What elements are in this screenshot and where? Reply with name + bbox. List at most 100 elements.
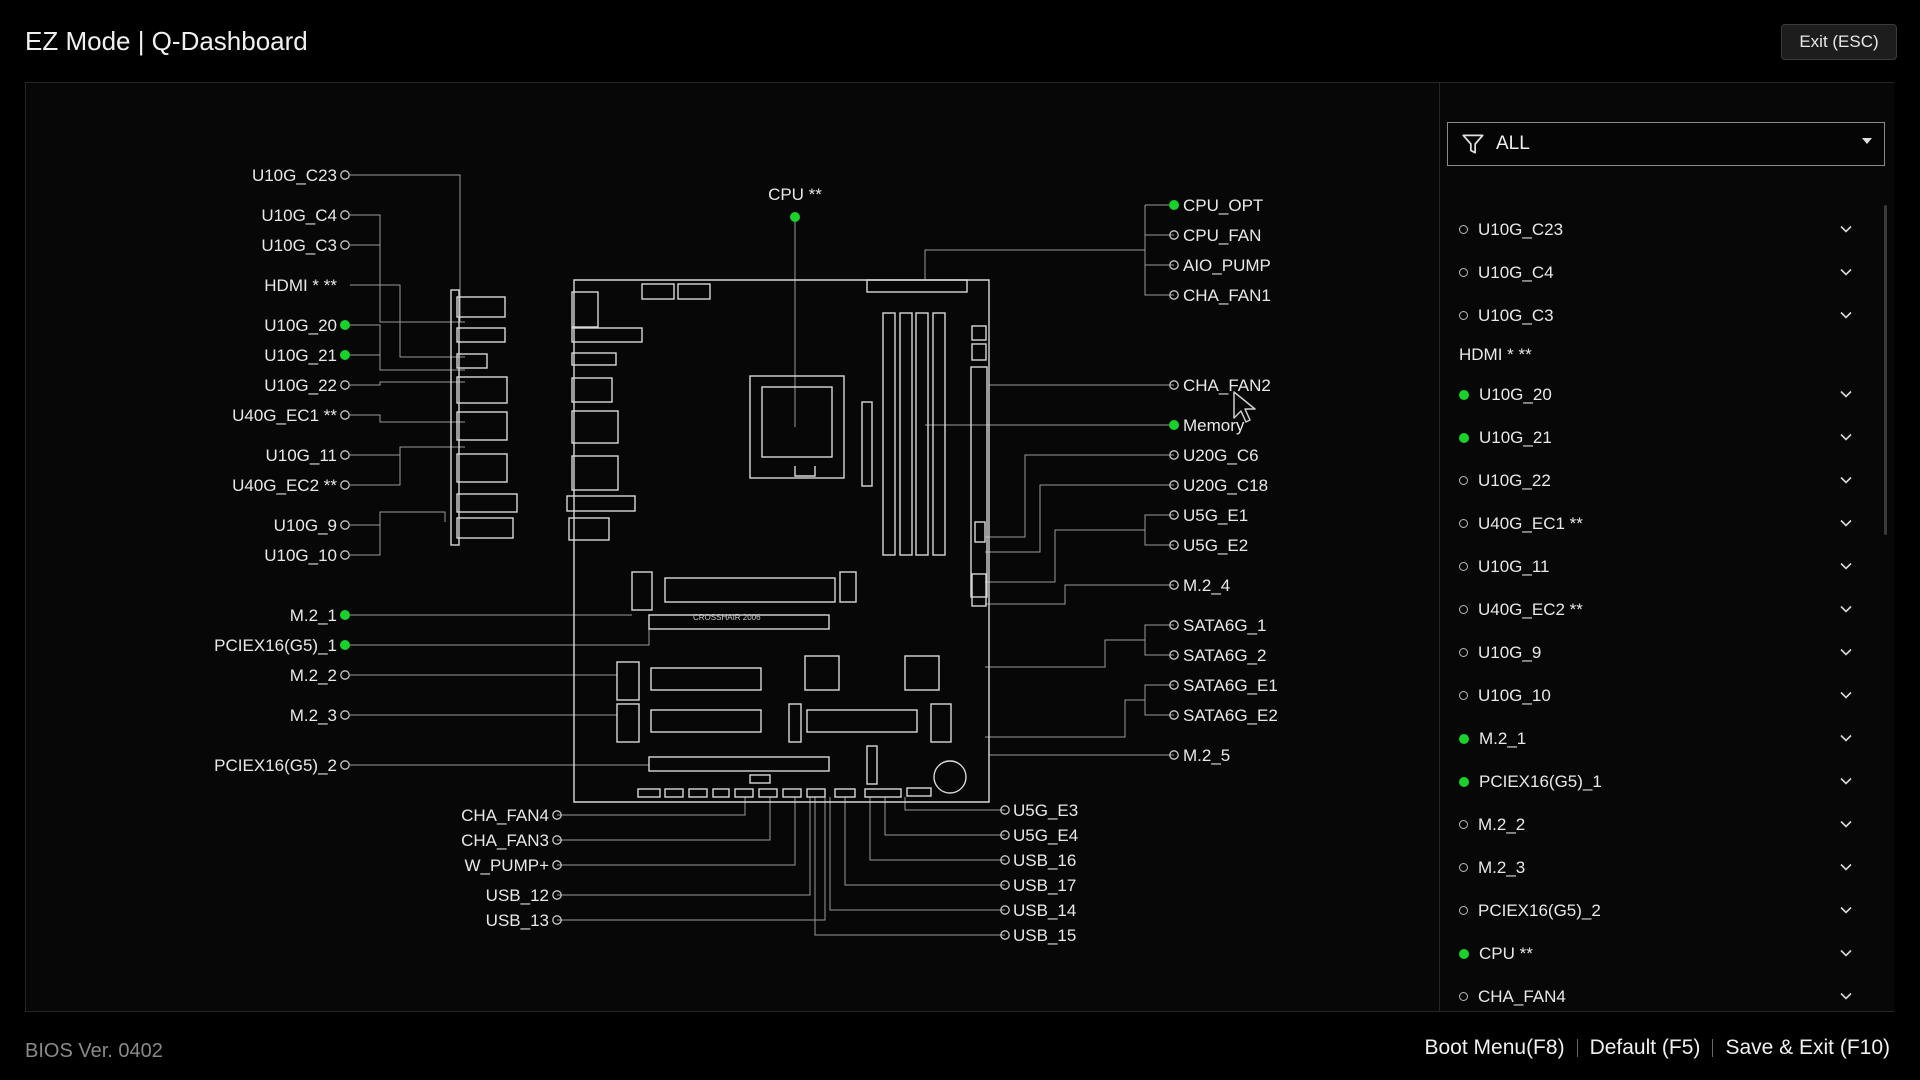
chevron-down-icon (1840, 268, 1852, 276)
status-dot (1169, 420, 1179, 430)
save-exit-button[interactable]: Save & Exit (F10) (1725, 1036, 1890, 1060)
default-button[interactable]: Default (F5) (1590, 1036, 1701, 1060)
board-label-aio-pump[interactable]: AIO_PUMP (1183, 256, 1271, 275)
list-item-label: U10G_9 (1478, 642, 1542, 662)
list-item-label: PCIEX16(G5)_2 (1478, 900, 1601, 920)
list-item-label: CHA_FAN4 (1478, 986, 1566, 1006)
list-item-label: U10G_C3 (1478, 305, 1554, 325)
status-dot (340, 710, 350, 720)
status-dot (340, 450, 350, 460)
status-dot (1169, 200, 1179, 210)
list-item[interactable]: U10G_C3 (1447, 294, 1885, 337)
board-label-cpu-fan[interactable]: CPU_FAN (1183, 226, 1261, 245)
status-dot (340, 670, 350, 680)
status-dot (1459, 476, 1468, 485)
board-label-hdmi[interactable]: HDMI * ** (264, 276, 337, 295)
board-label-sata6g-2[interactable]: SATA6G_2 (1183, 646, 1266, 665)
board-label-u20g-c18[interactable]: U20G_C18 (1183, 476, 1268, 495)
list-item-label: U10G_21 (1479, 427, 1552, 447)
list-item[interactable]: PCIEX16(G5)_1 (1447, 760, 1885, 803)
board-label-u5g-e3[interactable]: U5G_E3 (1013, 801, 1078, 820)
status-dot (340, 380, 350, 390)
list-item[interactable]: M.2_1 (1447, 717, 1885, 760)
chevron-down-icon (1840, 476, 1852, 484)
filter-icon (1462, 134, 1484, 154)
list-item[interactable]: U40G_EC2 ** (1447, 588, 1885, 631)
board-label-u5g-e4[interactable]: U5G_E4 (1013, 826, 1078, 845)
board-label-u10g-21[interactable]: U10G_21 (264, 346, 337, 365)
chevron-down-icon (1840, 992, 1852, 1000)
board-label-m-2-5[interactable]: M.2_5 (1183, 746, 1230, 765)
status-dot (1459, 519, 1468, 528)
list-item[interactable]: U10G_9 (1447, 631, 1885, 674)
list-item[interactable]: M.2_2 (1447, 803, 1885, 846)
board-label-u5g-e1[interactable]: U5G_E1 (1183, 506, 1248, 525)
chevron-down-icon (1840, 949, 1852, 957)
status-dot (1459, 820, 1468, 829)
board-label-w-pump[interactable]: W_PUMP+ (464, 856, 549, 875)
board-label-cha-fan4[interactable]: CHA_FAN4 (461, 806, 549, 825)
status-dot (790, 212, 800, 222)
list-item-label: M.2_1 (1479, 728, 1527, 748)
board-label-sata6g-e1[interactable]: SATA6G_E1 (1183, 676, 1278, 695)
chevron-down-icon (1840, 648, 1852, 656)
list-item[interactable]: CPU ** (1447, 932, 1885, 975)
list-item[interactable]: U10G_20 (1447, 373, 1885, 416)
footer-actions: Boot Menu(F8) Default (F5) Save & Exit (… (1425, 1036, 1891, 1060)
chevron-down-icon (1840, 519, 1852, 527)
board-label-u40g-ec2[interactable]: U40G_EC2 ** (232, 476, 337, 495)
board-label-usb-14[interactable]: USB_14 (1013, 901, 1076, 920)
board-label-usb-13[interactable]: USB_13 (486, 911, 549, 930)
board-label-u10g-22[interactable]: U10G_22 (264, 376, 337, 395)
list-item[interactable]: U10G_C23 (1447, 208, 1885, 251)
board-label-cha-fan3[interactable]: CHA_FAN3 (461, 831, 549, 850)
list-item[interactable]: U10G_22 (1447, 459, 1885, 502)
board-label-u5g-e2[interactable]: U5G_E2 (1183, 536, 1248, 555)
board-label-usb-12[interactable]: USB_12 (486, 886, 549, 905)
board-label-sata6g-e2[interactable]: SATA6G_E2 (1183, 706, 1278, 725)
board-label-m-2-3[interactable]: M.2_3 (290, 706, 337, 725)
board-label-m-2-2[interactable]: M.2_2 (290, 666, 337, 685)
board-label-u10g-9[interactable]: U10G_9 (274, 516, 337, 535)
status-dot (1459, 648, 1468, 657)
list-item[interactable]: CHA_FAN4 (1447, 975, 1885, 1011)
list-item[interactable]: U10G_C4 (1447, 251, 1885, 294)
exit-button[interactable]: Exit (ESC) (1781, 24, 1897, 60)
board-label-usb-16[interactable]: USB_16 (1013, 851, 1076, 870)
board-label-m-2-1[interactable]: M.2_1 (290, 606, 337, 625)
list-item[interactable]: U40G_EC1 ** (1447, 502, 1885, 545)
board-label-u10g-c4[interactable]: U10G_C4 (261, 206, 337, 225)
chevron-down-icon (1840, 390, 1852, 398)
board-label-u20g-c6[interactable]: U20G_C6 (1183, 446, 1259, 465)
board-label-u10g-c3[interactable]: U10G_C3 (261, 236, 337, 255)
board-label-u10g-11[interactable]: U10G_11 (265, 446, 337, 465)
board-label-u10g-20[interactable]: U10G_20 (264, 316, 337, 335)
chevron-down-icon (1840, 225, 1852, 233)
filter-dropdown[interactable]: ALL (1447, 122, 1885, 166)
boot-menu-button[interactable]: Boot Menu(F8) (1425, 1036, 1565, 1060)
board-label-u10g-c23[interactable]: U10G_C23 (252, 166, 337, 185)
board-label-pciex16-g5-1[interactable]: PCIEX16(G5)_1 (214, 636, 337, 655)
board-label-cpu[interactable]: CPU ** (768, 185, 822, 204)
page-title: EZ Mode | Q-Dashboard (25, 26, 308, 56)
board-label-cha-fan1[interactable]: CHA_FAN1 (1183, 286, 1271, 305)
list-item-label: PCIEX16(G5)_1 (1479, 771, 1602, 791)
list-item[interactable]: U10G_11 (1447, 545, 1885, 588)
list-item[interactable]: M.2_3 (1447, 846, 1885, 889)
status-dot (340, 320, 350, 330)
board-label-u10g-10[interactable]: U10G_10 (264, 546, 337, 565)
list-scrollbar[interactable] (1884, 205, 1887, 535)
list-item-label: U10G_20 (1479, 384, 1552, 404)
list-item[interactable]: U10G_21 (1447, 416, 1885, 459)
board-label-u40g-ec1[interactable]: U40G_EC1 ** (232, 406, 337, 425)
board-label-usb-17[interactable]: USB_17 (1013, 876, 1076, 895)
list-item[interactable]: U10G_10 (1447, 674, 1885, 717)
board-label-m-2-4[interactable]: M.2_4 (1183, 576, 1230, 595)
board-label-pciex16-g5-2[interactable]: PCIEX16(G5)_2 (214, 756, 337, 775)
board-label-usb-15[interactable]: USB_15 (1013, 926, 1076, 945)
board-label-sata6g-1[interactable]: SATA6G_1 (1183, 616, 1266, 635)
status-dot (340, 170, 350, 180)
status-dot (1459, 733, 1469, 744)
board-label-cpu-opt[interactable]: CPU_OPT (1183, 196, 1263, 215)
list-item[interactable]: PCIEX16(G5)_2 (1447, 889, 1885, 932)
